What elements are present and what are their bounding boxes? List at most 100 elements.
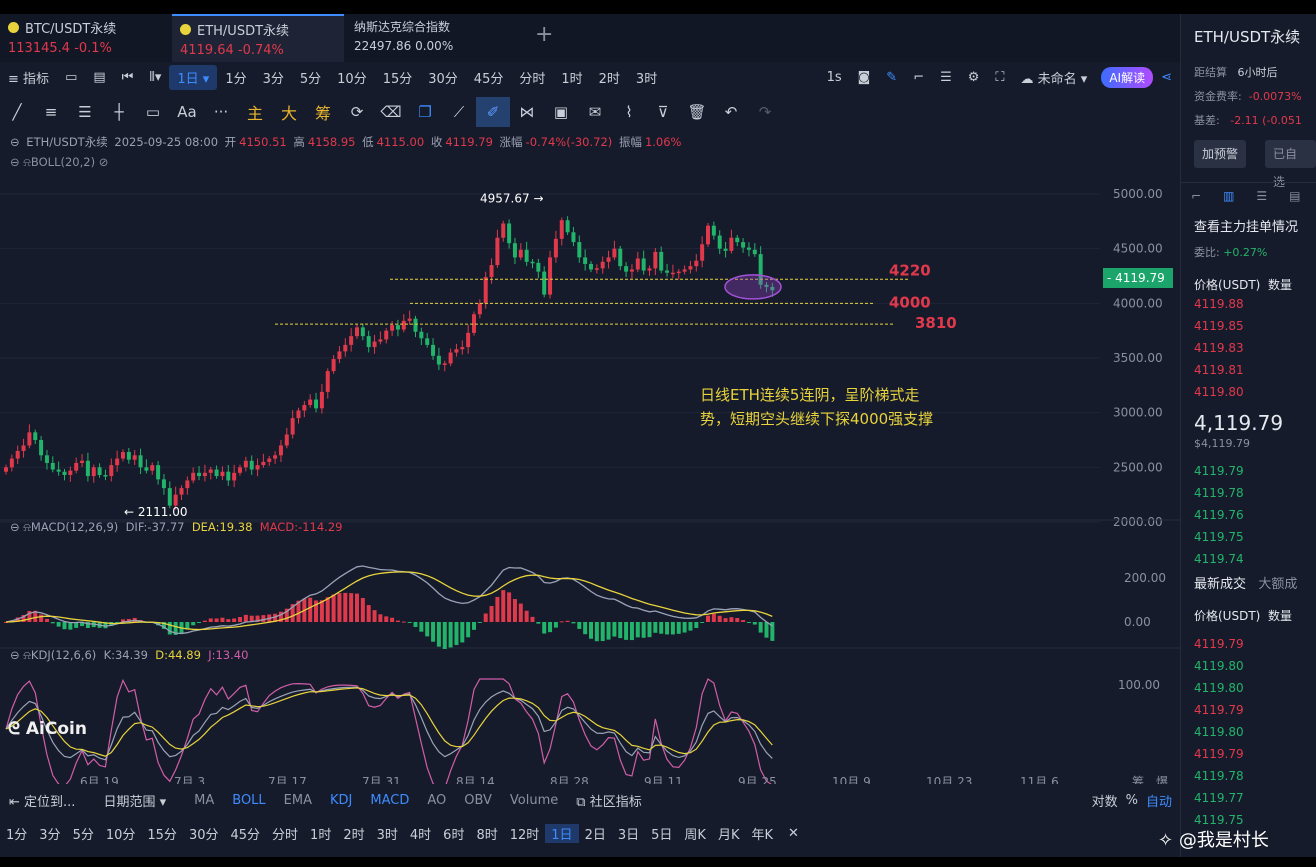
auto-scale-toggle[interactable]: 自动 xyxy=(1142,791,1180,810)
replay-icon[interactable]: ⏮ xyxy=(114,70,142,85)
big-order-tool[interactable]: 大 xyxy=(272,100,306,124)
indicator-toggle[interactable]: Volume xyxy=(501,793,567,808)
log-scale-toggle[interactable]: 对数 xyxy=(1088,791,1122,810)
trash-icon[interactable]: 🗑 xyxy=(680,103,714,121)
chip-tool[interactable]: 筹 xyxy=(306,100,340,124)
note-icon[interactable]: ✉ xyxy=(578,103,612,121)
bottom-interval-option[interactable]: 6时 xyxy=(437,824,470,843)
indicator-toggle[interactable]: MA xyxy=(185,793,223,808)
interval-option[interactable]: 3时 xyxy=(628,68,665,87)
interval-1s[interactable]: 1s xyxy=(819,70,850,85)
calendar-icon[interactable]: ▭ xyxy=(57,70,85,85)
layout-icon[interactable]: ▤ xyxy=(85,70,113,85)
interval-option[interactable]: 15分 xyxy=(375,68,421,87)
interval-option[interactable]: 5分 xyxy=(292,68,329,87)
trades-tab[interactable]: 最新成交 xyxy=(1194,577,1246,592)
interval-option[interactable]: 2时 xyxy=(591,68,628,87)
ask-price[interactable]: 4119.85 xyxy=(1194,319,1244,333)
indicator-toggle[interactable]: MACD xyxy=(361,793,418,808)
interval-selector[interactable]: 1日 ▾ xyxy=(169,64,218,90)
bottom-interval-option[interactable]: 2时 xyxy=(337,824,370,843)
pen-icon[interactable]: ✎ xyxy=(878,70,905,85)
bottom-interval-option[interactable]: 10分 xyxy=(100,824,142,843)
interval-option[interactable]: 30分 xyxy=(420,68,466,87)
undo-icon[interactable]: ↶ xyxy=(714,103,748,121)
magnet-icon[interactable]: ⋈ xyxy=(510,103,544,121)
bid-price[interactable]: 4119.76 xyxy=(1194,508,1244,522)
bell-icon[interactable]: ⍾ xyxy=(23,520,31,534)
parallel-lines-icon[interactable]: ≡ xyxy=(34,103,68,121)
bottom-interval-option[interactable]: 12时 xyxy=(504,824,546,843)
interval-option[interactable]: 1分 xyxy=(217,68,254,87)
tab-btc[interactable]: BTC/USDT永续 113145.4 -0.1% xyxy=(0,14,170,62)
large-trades-tab[interactable]: 大额成 xyxy=(1258,577,1297,592)
collapse-icon[interactable]: ⊖ xyxy=(10,155,20,169)
list-icon[interactable]: ☰ xyxy=(932,70,960,85)
bottom-interval-option[interactable]: 分时 xyxy=(266,824,304,843)
layout-name-button[interactable]: ☁ 未命名 ▾ xyxy=(1013,68,1096,87)
expand-icon[interactable]: ⛶ xyxy=(987,70,1012,85)
interval-option[interactable]: 3分 xyxy=(255,68,292,87)
trade-price[interactable]: 4119.80 xyxy=(1194,659,1244,673)
rectangle-icon[interactable]: ▭ xyxy=(136,103,170,121)
trade-price[interactable]: 4119.80 xyxy=(1194,725,1244,739)
brush-icon[interactable]: ⌇ xyxy=(612,103,646,121)
bottom-interval-option[interactable]: 5分 xyxy=(67,824,100,843)
indicator-toggle[interactable]: BOLL xyxy=(223,793,274,808)
bottom-interval-option[interactable]: 年K xyxy=(745,824,779,843)
bottom-interval-option[interactable]: 周K xyxy=(678,824,712,843)
trade-price[interactable]: 4119.78 xyxy=(1194,769,1244,783)
community-indicator-button[interactable]: ⧉ 社区指标 xyxy=(567,791,650,810)
bottom-interval-option[interactable]: 1分 xyxy=(0,824,33,843)
bottom-interval-option[interactable]: 45分 xyxy=(224,824,266,843)
bottom-interval-option[interactable]: 4时 xyxy=(404,824,437,843)
bid-icon[interactable]: ☰ xyxy=(1256,189,1267,203)
draw-mode-icon[interactable]: ✐ xyxy=(476,97,510,127)
ai-button[interactable]: AI解读 xyxy=(1101,66,1154,88)
bottom-interval-option[interactable]: 3日 xyxy=(612,824,645,843)
indicator-button[interactable]: ≡ 指标 xyxy=(0,68,57,87)
bottom-interval-option[interactable]: 3时 xyxy=(371,824,404,843)
fullscreen-toggle-icon[interactable]: ⌐ xyxy=(905,70,932,85)
add-tab-button[interactable]: + xyxy=(535,22,553,47)
interval-option[interactable]: 10分 xyxy=(329,68,375,87)
ask-price[interactable]: 4119.81 xyxy=(1194,363,1244,377)
ask-price[interactable]: 4119.88 xyxy=(1194,297,1244,311)
indicator-toggle[interactable]: KDJ xyxy=(321,793,361,808)
trade-price[interactable]: 4119.75 xyxy=(1194,813,1244,827)
bid-price[interactable]: 4119.74 xyxy=(1194,552,1244,566)
bottom-interval-option[interactable]: 8时 xyxy=(470,824,503,843)
bid-price[interactable]: 4119.75 xyxy=(1194,530,1244,544)
bottom-interval-option[interactable]: 1日 xyxy=(545,823,579,843)
trade-price[interactable]: 4119.77 xyxy=(1194,791,1244,805)
orderbook-title[interactable]: 查看主力挂单情况 xyxy=(1194,216,1298,235)
line-tool-icon[interactable]: ╱ xyxy=(0,103,34,121)
redo-icon[interactable]: ↷ xyxy=(748,103,782,121)
bottom-interval-option[interactable]: 1时 xyxy=(304,824,337,843)
bottom-interval-option[interactable]: 3分 xyxy=(33,824,66,843)
bottom-interval-option[interactable]: 30分 xyxy=(183,824,225,843)
date-range-button[interactable]: 日期范围 ▾ xyxy=(94,791,175,810)
main-chart[interactable]: 5000.00 4500.00 4000.00 3500.00 3000.00 2500.… xyxy=(0,174,1180,784)
bottom-interval-option[interactable]: 月K xyxy=(712,824,746,843)
bottom-interval-option[interactable]: 15分 xyxy=(141,824,183,843)
trade-price[interactable]: 4119.79 xyxy=(1194,747,1244,761)
interval-option[interactable]: 45分 xyxy=(466,68,512,87)
settings-icon[interactable]: ⚙ xyxy=(960,70,988,85)
collapse-icon[interactable]: ⊖ xyxy=(10,520,20,534)
tab-nasdaq[interactable]: 纳斯达克综合指数 22497.86 0.00% xyxy=(346,14,516,62)
share-icon[interactable]: ⋖ xyxy=(1153,70,1180,85)
collapse-icon[interactable]: ⊖ xyxy=(10,648,20,662)
chat-icon[interactable]: ⌐ xyxy=(1191,189,1201,203)
hide-icon[interactable]: ⊘ xyxy=(99,155,109,169)
lock-icon[interactable]: ▣ xyxy=(544,103,578,121)
bottom-interval-option[interactable]: 5日 xyxy=(645,824,678,843)
bell-icon[interactable]: ⍾ xyxy=(23,155,31,169)
eraser-icon[interactable]: ⌫ xyxy=(374,103,408,121)
text-tool[interactable]: Aa xyxy=(170,103,204,121)
ask-icon[interactable]: ▤ xyxy=(1289,189,1300,203)
bid-price[interactable]: 4119.79 xyxy=(1194,464,1244,478)
ask-price[interactable]: 4119.83 xyxy=(1194,341,1244,355)
locate-button[interactable]: ⇤ 定位到... xyxy=(0,791,84,810)
sync-icon[interactable]: ⟳ xyxy=(340,103,374,121)
